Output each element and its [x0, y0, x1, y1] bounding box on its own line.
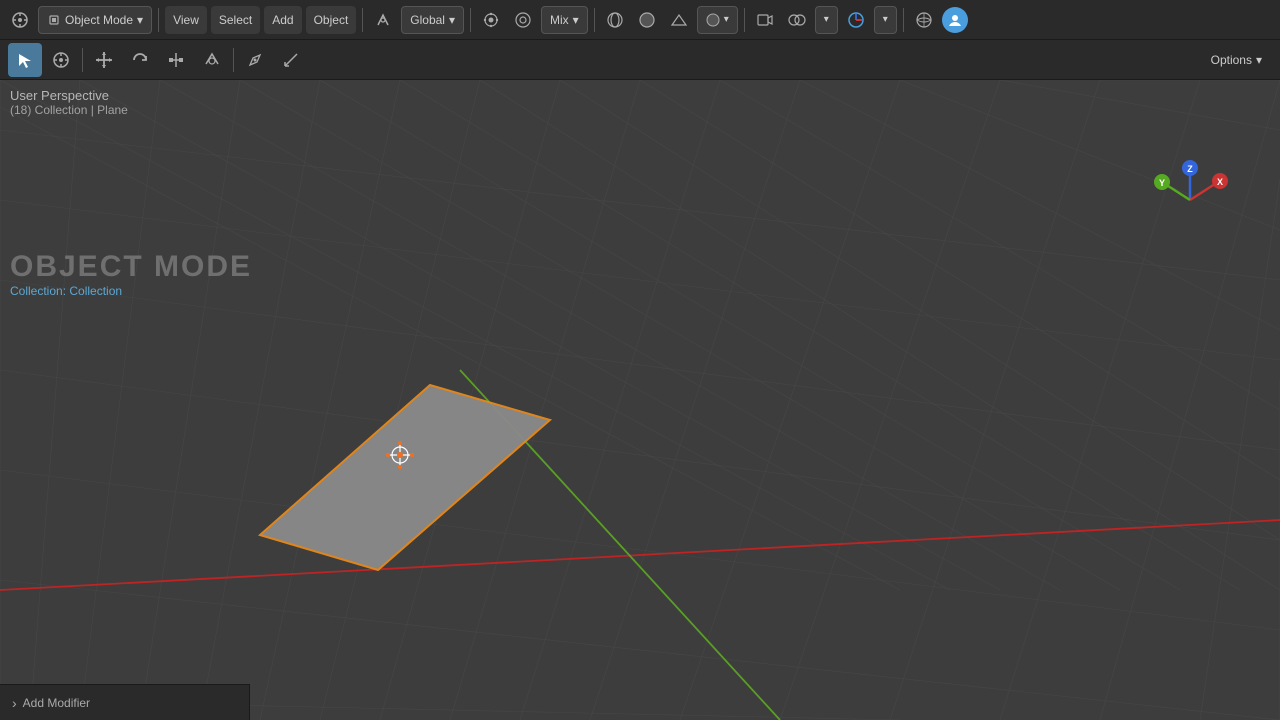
x-axis-label: X	[1217, 177, 1223, 187]
collection-label: (18) Collection | Plane	[10, 103, 128, 117]
move-tool-btn[interactable]	[87, 43, 121, 77]
z-axis-label: Z	[1187, 164, 1193, 174]
overlay-icon[interactable]	[783, 6, 811, 34]
rotate-tool-btn[interactable]	[123, 43, 157, 77]
scale-tool-btn[interactable]	[159, 43, 193, 77]
viewport-shading-dropdown[interactable]: ▾	[697, 6, 738, 34]
select-tool-btn[interactable]	[8, 43, 42, 77]
cursor-icon[interactable]	[6, 6, 34, 34]
annotate-tool-btn[interactable]	[238, 43, 272, 77]
gizmo-dropdown[interactable]: ▾	[874, 6, 897, 34]
user-avatar[interactable]	[942, 7, 968, 33]
modifier-label: Add Modifier	[23, 696, 90, 710]
object-menu[interactable]: Object	[306, 6, 357, 34]
snap-icon[interactable]	[477, 6, 505, 34]
transform-global-dropdown[interactable]: Global ▾	[401, 6, 464, 34]
options-label: Options	[1211, 53, 1252, 67]
measure-tool-btn[interactable]	[274, 43, 308, 77]
collection-name-link[interactable]: Collection	[69, 284, 122, 298]
divider-1	[158, 8, 159, 32]
divider-2	[362, 8, 363, 32]
transform-tool-btn[interactable]	[195, 43, 229, 77]
transform-orient-icon[interactable]	[369, 6, 397, 34]
tool-divider-2	[233, 48, 234, 72]
bottom-panel: › Add Modifier	[0, 684, 250, 720]
collection-prefix-label: Collection: Collection	[10, 284, 252, 298]
axis-indicator: Z X Y	[1150, 160, 1230, 240]
tool-divider	[82, 48, 83, 72]
viewport[interactable]: User Perspective (18) Collection | Plane…	[0, 80, 1280, 720]
snap-mix-dropdown[interactable]: Mix ▾	[541, 6, 588, 34]
select-menu[interactable]: Select	[211, 6, 260, 34]
scene-svg	[0, 80, 1280, 720]
axis-gizmo: Z X Y	[1150, 160, 1230, 240]
expand-modifier-btn[interactable]: › Add Modifier	[12, 695, 90, 711]
object-mode-dropdown[interactable]: Object Mode ▾	[38, 6, 152, 34]
mode-overlay: OBJECT MODE Collection: Collection	[10, 250, 252, 298]
y-axis-label: Y	[1159, 178, 1165, 188]
overlay-dropdown[interactable]: ▾	[815, 6, 838, 34]
secondary-toolbar: Options ▾	[0, 40, 1280, 80]
divider-3	[470, 8, 471, 32]
shading-icon[interactable]	[633, 6, 661, 34]
view-menu[interactable]: View	[165, 6, 207, 34]
divider-4	[594, 8, 595, 32]
xray-icon[interactable]	[601, 6, 629, 34]
expand-icon: ›	[12, 695, 17, 711]
object-mode-chevron: ▾	[137, 13, 143, 27]
add-menu[interactable]: Add	[264, 6, 301, 34]
options-btn[interactable]: Options ▾	[1201, 49, 1272, 71]
mode-title: OBJECT MODE	[10, 250, 252, 284]
object-mode-label: Object Mode	[65, 13, 133, 27]
main-toolbar: Object Mode ▾ View Select Add Object Glo…	[0, 0, 1280, 40]
viewport-label: User Perspective (18) Collection | Plane	[10, 88, 128, 117]
proportional-icon[interactable]	[509, 6, 537, 34]
scene-icon[interactable]	[665, 6, 693, 34]
cursor-tool-btn[interactable]	[44, 43, 78, 77]
world-icon[interactable]	[910, 6, 938, 34]
divider-6	[903, 8, 904, 32]
gizmo-icon[interactable]	[842, 6, 870, 34]
options-chevron: ▾	[1256, 53, 1262, 67]
render-icon[interactable]	[751, 6, 779, 34]
divider-5	[744, 8, 745, 32]
perspective-label: User Perspective	[10, 88, 128, 103]
